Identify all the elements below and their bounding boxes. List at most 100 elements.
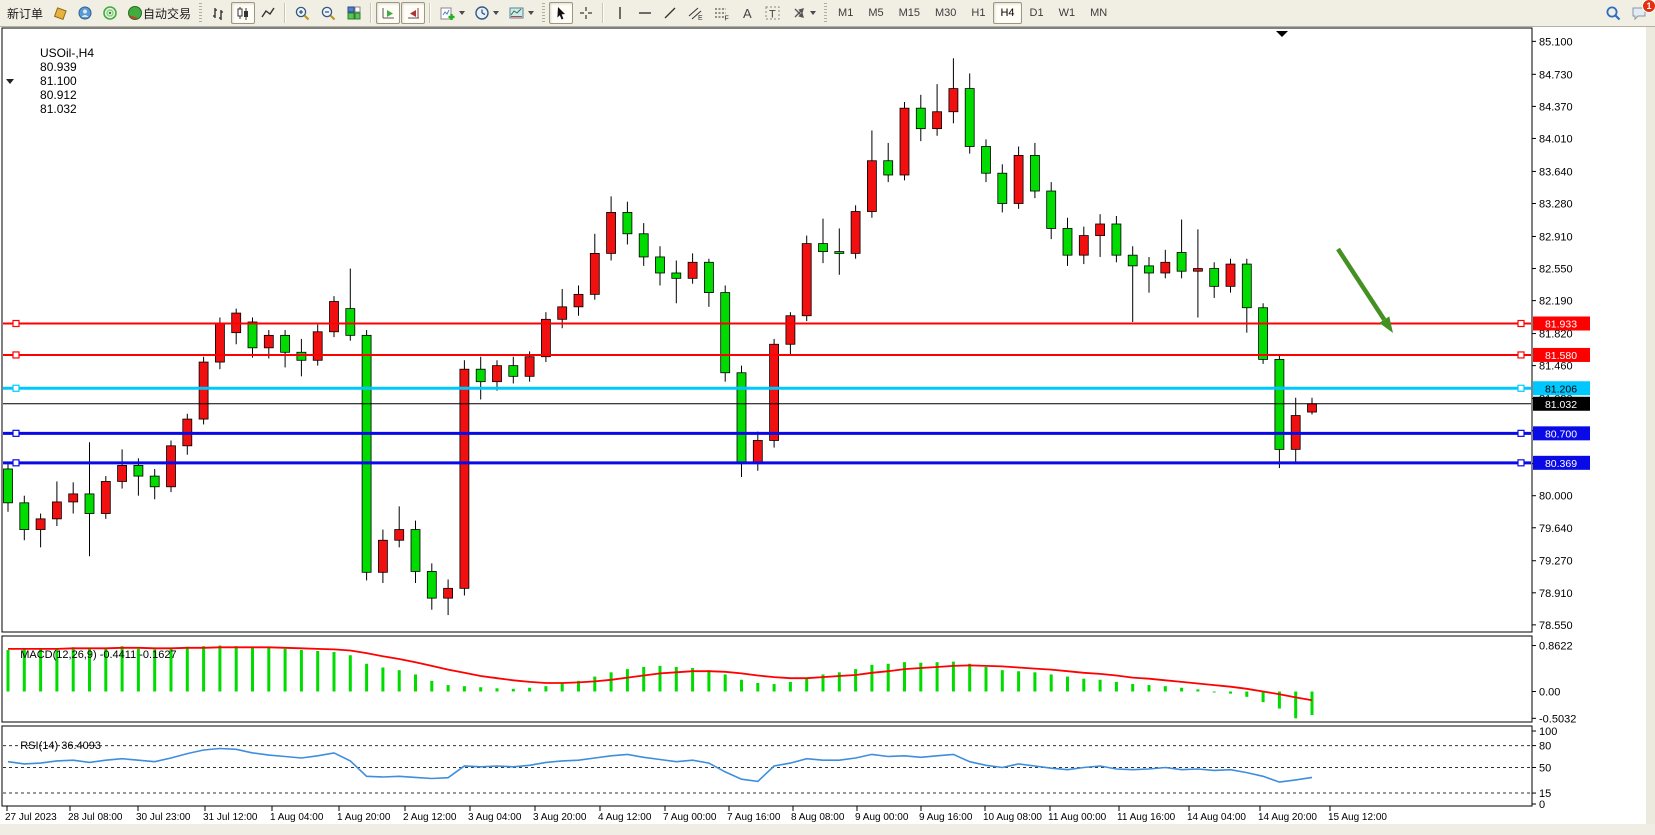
macd-pane[interactable] — [2, 636, 1532, 722]
bottom-strip — [0, 824, 1655, 835]
ohlc-close: 81.032 — [40, 102, 77, 116]
bar-chart-mode-button[interactable] — [206, 2, 230, 24]
timeframe-mn-button[interactable]: MN — [1083, 2, 1114, 24]
macd-bar — [512, 689, 515, 692]
rsi-tick-label: 100 — [1539, 726, 1557, 738]
candle-body-down — [1275, 359, 1284, 449]
time-tick-label: 7 Aug 00:00 — [663, 812, 717, 823]
level-handle[interactable] — [1518, 430, 1524, 436]
horizontal-line-tool-button[interactable] — [633, 2, 657, 24]
candle-body-down — [965, 89, 974, 147]
candle-body-up — [1193, 269, 1202, 272]
macd-bar — [218, 646, 221, 692]
autotrading-label: 自动交易 — [143, 5, 191, 22]
level-handle[interactable] — [1518, 385, 1524, 391]
macd-bar — [1017, 671, 1020, 691]
community-icon — [77, 5, 93, 21]
timeframe-m30-button[interactable]: M30 — [928, 2, 963, 24]
timeframe-h4-button[interactable]: H4 — [993, 2, 1021, 24]
add-indicator-button[interactable] — [435, 2, 469, 24]
level-handle[interactable] — [1518, 320, 1524, 326]
level-handle[interactable] — [13, 385, 19, 391]
macd-bar — [1099, 680, 1102, 692]
text-tool-button[interactable]: A — [735, 2, 759, 24]
level-handle[interactable] — [1518, 352, 1524, 358]
time-tick-label: 14 Aug 20:00 — [1258, 812, 1317, 823]
candle-body-down — [411, 530, 420, 572]
price-tick-label: 81.460 — [1539, 361, 1573, 373]
ohlc-open: 80.939 — [40, 60, 77, 74]
timeframe-m5-button[interactable]: M5 — [861, 2, 890, 24]
new-order-button[interactable]: 新订单 — [3, 2, 47, 24]
candle-body-down — [297, 352, 306, 360]
fibonacci-tool-button[interactable]: F — [709, 2, 734, 24]
timeframe-d1-button[interactable]: D1 — [1023, 2, 1051, 24]
chart-shift-button[interactable] — [401, 2, 425, 24]
level-handle[interactable] — [13, 320, 19, 326]
search-button[interactable] — [1601, 2, 1626, 24]
timeframe-h1-button[interactable]: H1 — [964, 2, 992, 24]
macd-tick-label: 0.8622 — [1539, 641, 1573, 653]
collapse-triangle-icon[interactable] — [6, 79, 14, 84]
price-tick-label: 82.550 — [1539, 264, 1573, 276]
arrows-tool-button[interactable] — [787, 2, 820, 24]
zoom-out-button[interactable] — [316, 2, 341, 24]
cursor-tool-button[interactable] — [549, 2, 573, 24]
crosshair-tool-button[interactable] — [574, 2, 598, 24]
signals-button[interactable] — [98, 2, 122, 24]
macd-bar — [1050, 674, 1053, 691]
candle-body-down — [982, 146, 991, 173]
macd-bar — [463, 686, 466, 691]
level-handle[interactable] — [13, 430, 19, 436]
macd-bar — [381, 668, 384, 692]
macd-bar — [1115, 682, 1118, 692]
level-handle[interactable] — [13, 460, 19, 466]
timeframe-w1-button[interactable]: W1 — [1052, 2, 1083, 24]
timeframe-m15-button[interactable]: M15 — [892, 2, 927, 24]
candle-body-down — [916, 108, 925, 128]
level-handle[interactable] — [1518, 460, 1524, 466]
price-tick-label: 84.370 — [1539, 101, 1573, 113]
macd-bar — [707, 670, 710, 691]
channel-tool-button[interactable]: E — [683, 2, 708, 24]
auto-scroll-button[interactable] — [376, 2, 400, 24]
macd-bar — [773, 684, 776, 691]
price-tick-label: 79.640 — [1539, 523, 1573, 535]
notifications-button[interactable]: 1 — [1627, 2, 1652, 24]
zoom-in-button[interactable] — [290, 2, 315, 24]
tile-windows-button[interactable] — [342, 2, 366, 24]
candle-body-up — [313, 332, 322, 361]
candle-body-up — [378, 540, 387, 572]
macd-bar — [528, 688, 531, 692]
price-tag-label: 81.206 — [1545, 383, 1577, 395]
template-button[interactable] — [504, 2, 538, 24]
level-handle[interactable] — [13, 352, 19, 358]
community-button[interactable] — [73, 2, 97, 24]
vertical-line-tool-button[interactable] — [608, 2, 632, 24]
main-toolbar: 新订单 自动交易 — [0, 0, 1655, 27]
time-tick-label: 3 Aug 04:00 — [468, 812, 522, 823]
macd-bar — [251, 647, 254, 691]
market-button[interactable] — [48, 2, 72, 24]
chart-canvas[interactable]: 85.10084.73084.37084.01083.64083.28082.9… — [0, 27, 1655, 835]
toolbar-separator — [429, 3, 431, 23]
autotrading-button[interactable]: 自动交易 — [123, 2, 195, 24]
macd-bar — [756, 683, 759, 692]
chart-window[interactable]: 85.10084.73084.37084.01083.64083.28082.9… — [0, 27, 1655, 835]
trendline-tool-button[interactable] — [658, 2, 682, 24]
rsi-pane[interactable] — [2, 726, 1532, 806]
timeframe-m1-button[interactable]: M1 — [831, 2, 860, 24]
macd-bar — [1262, 692, 1265, 703]
candle-body-down — [721, 293, 730, 373]
time-tick-label: 9 Aug 00:00 — [855, 812, 909, 823]
rsi-tick-label: 80 — [1539, 741, 1551, 753]
macd-bar — [544, 686, 547, 691]
text-label-tool-button[interactable]: T — [760, 2, 786, 24]
candle-body-down — [623, 212, 632, 233]
macd-bar — [1148, 685, 1151, 691]
candlestick-mode-button[interactable] — [231, 2, 255, 24]
line-chart-mode-button[interactable] — [256, 2, 280, 24]
periods-button[interactable] — [470, 2, 503, 24]
right-edge-strip — [1646, 27, 1655, 835]
chevron-down-icon — [493, 11, 499, 15]
